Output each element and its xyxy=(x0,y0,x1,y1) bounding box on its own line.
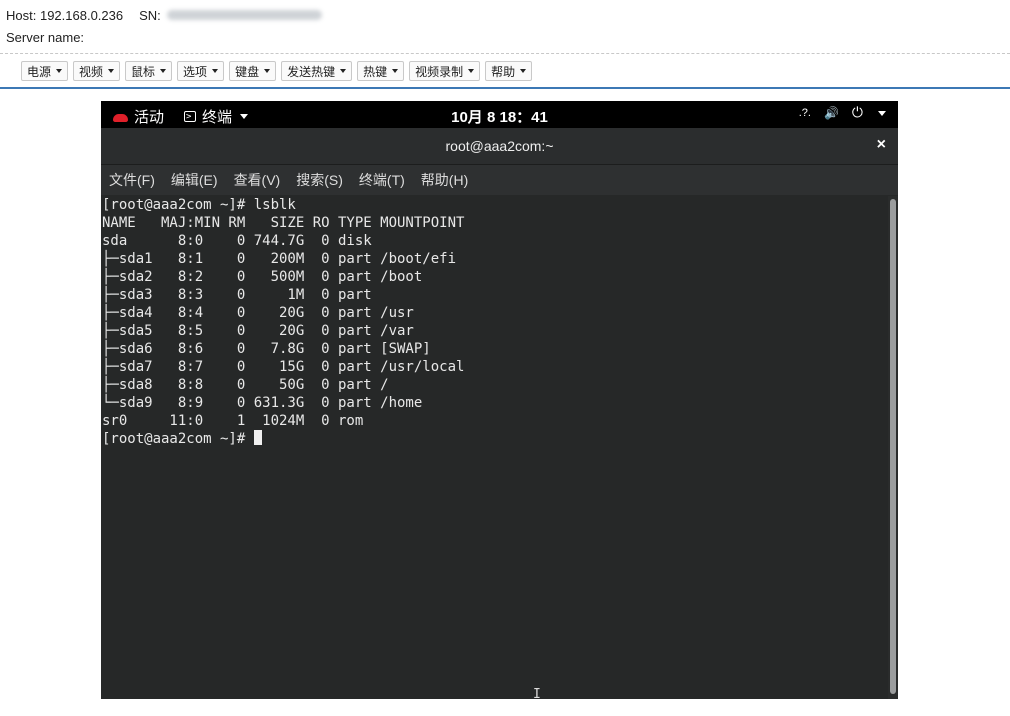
mouse-menu-button[interactable]: 鼠标 xyxy=(125,61,173,81)
chevron-down-icon xyxy=(56,69,63,73)
chevron-down-icon xyxy=(878,110,886,116)
power-icon: ⏻ xyxy=(851,105,863,121)
video-record-menu-button[interactable]: 视频录制 xyxy=(409,61,481,81)
keyboard-menu-button[interactable]: 键盘 xyxy=(229,61,277,81)
text-cursor xyxy=(253,430,262,445)
terminal-titlebar[interactable]: root@aaa2com:~ × xyxy=(101,128,898,165)
scrollbar-thumb[interactable] xyxy=(890,199,896,694)
terminal-line: ├─sda1 8:1 0 200M 0 part /boot/efi xyxy=(102,251,457,267)
terminal-line: [root@aaa2com ~]# lsblk xyxy=(102,197,296,213)
sn-value-redacted xyxy=(166,10,322,20)
host-row: Host: 192.168.0.236 SN: xyxy=(6,4,322,26)
chevron-down-icon xyxy=(160,69,167,73)
server-name-row: Server name: xyxy=(6,26,322,48)
host-label: Host: xyxy=(6,7,37,23)
terminal-line: ├─sda6 8:6 0 7.8G 0 part [SWAP] xyxy=(102,341,431,357)
power-menu-button[interactable]: 电源 xyxy=(21,61,69,81)
options-menu-button[interactable]: 选项 xyxy=(177,61,225,81)
terminal-scrollbar[interactable] xyxy=(888,196,898,699)
chevron-down-icon xyxy=(340,69,347,73)
chevron-down-icon xyxy=(468,69,475,73)
redhat-logo-icon xyxy=(113,113,128,122)
connection-info: Host: 192.168.0.236 SN: Server name: xyxy=(6,4,322,48)
terminal-line: NAME MAJ:MIN RM SIZE RO TYPE MOUNTPOINT xyxy=(102,215,465,231)
mouse-ibeam-cursor-icon: I xyxy=(533,687,541,699)
terminal-line: └─sda9 8:9 0 631.3G 0 part /home xyxy=(102,395,423,411)
chevron-down-icon xyxy=(264,69,271,73)
gnome-top-bar: 活动 > 终端 10月 8 18：41 .?. 🔊 ⏻ xyxy=(101,101,898,128)
menu-terminal[interactable]: 终端(T) xyxy=(359,170,405,190)
terminal-line: ├─sda7 8:7 0 15G 0 part /usr/local xyxy=(102,359,465,375)
menu-help[interactable]: 帮助(H) xyxy=(421,170,468,190)
sn-label: SN: xyxy=(139,7,161,23)
chevron-down-icon xyxy=(392,69,399,73)
chevron-down-icon xyxy=(108,69,115,73)
accessibility-icon: .?. xyxy=(798,107,811,119)
volume-icon: 🔊 xyxy=(823,106,839,120)
chevron-down-icon xyxy=(520,69,527,73)
terminal-icon: > xyxy=(184,111,196,122)
app-menu-label: 终端 xyxy=(202,109,233,126)
terminal-line: ├─sda4 8:4 0 20G 0 part /usr xyxy=(102,305,414,321)
terminal-line: sda 8:0 0 744.7G 0 disk xyxy=(102,233,372,249)
menu-edit[interactable]: 编辑(E) xyxy=(171,170,218,190)
terminal-line: ├─sda8 8:8 0 50G 0 part / xyxy=(102,377,389,393)
shell-prompt: [root@aaa2com ~]# xyxy=(102,431,254,447)
terminal-line: ├─sda3 8:3 0 1M 0 part xyxy=(102,287,372,303)
system-tray[interactable]: .?. 🔊 ⏻ xyxy=(799,105,886,121)
send-hotkey-menu-button[interactable]: 发送热键 xyxy=(281,61,353,81)
menu-view[interactable]: 查看(V) xyxy=(234,170,281,190)
app-menu-button[interactable]: > 终端 xyxy=(184,106,249,127)
header-divider xyxy=(0,53,1010,54)
menu-file[interactable]: 文件(F) xyxy=(109,170,155,190)
hotkey-menu-button[interactable]: 热键 xyxy=(357,61,405,81)
video-menu-button[interactable]: 视频 xyxy=(73,61,121,81)
toolbar-accent-line xyxy=(0,87,1010,89)
terminal-output[interactable]: [root@aaa2com ~]# lsblk NAME MAJ:MIN RM … xyxy=(101,196,888,699)
menu-search[interactable]: 搜索(S) xyxy=(296,170,343,190)
terminal-line: ├─sda2 8:2 0 500M 0 part /boot xyxy=(102,269,423,285)
activities-button[interactable]: 活动 xyxy=(113,106,164,127)
help-menu-button[interactable]: 帮助 xyxy=(485,61,533,81)
prompt-line[interactable]: [root@aaa2com ~]# xyxy=(102,430,888,448)
chevron-down-icon xyxy=(240,114,249,119)
terminal-menubar: 文件(F) 编辑(E) 查看(V) 搜索(S) 终端(T) 帮助(H) xyxy=(101,165,898,195)
kvm-toolbar: 电源 视频 鼠标 选项 键盘 发送热键 热键 视频录制 帮助 xyxy=(21,61,533,83)
window-title: root@aaa2com:~ xyxy=(445,138,554,154)
remote-console-screen[interactable]: 活动 > 终端 10月 8 18：41 .?. 🔊 ⏻ root@aaa2com… xyxy=(101,101,898,699)
activities-label: 活动 xyxy=(134,109,165,126)
terminal-line: sr0 11:0 1 1024M 0 rom xyxy=(102,413,364,429)
terminal-line: ├─sda5 8:5 0 20G 0 part /var xyxy=(102,323,414,339)
close-button[interactable]: × xyxy=(877,136,886,154)
server-name-label: Server name: xyxy=(6,29,85,45)
chevron-down-icon xyxy=(212,69,219,73)
host-value: 192.168.0.236 xyxy=(39,7,124,23)
